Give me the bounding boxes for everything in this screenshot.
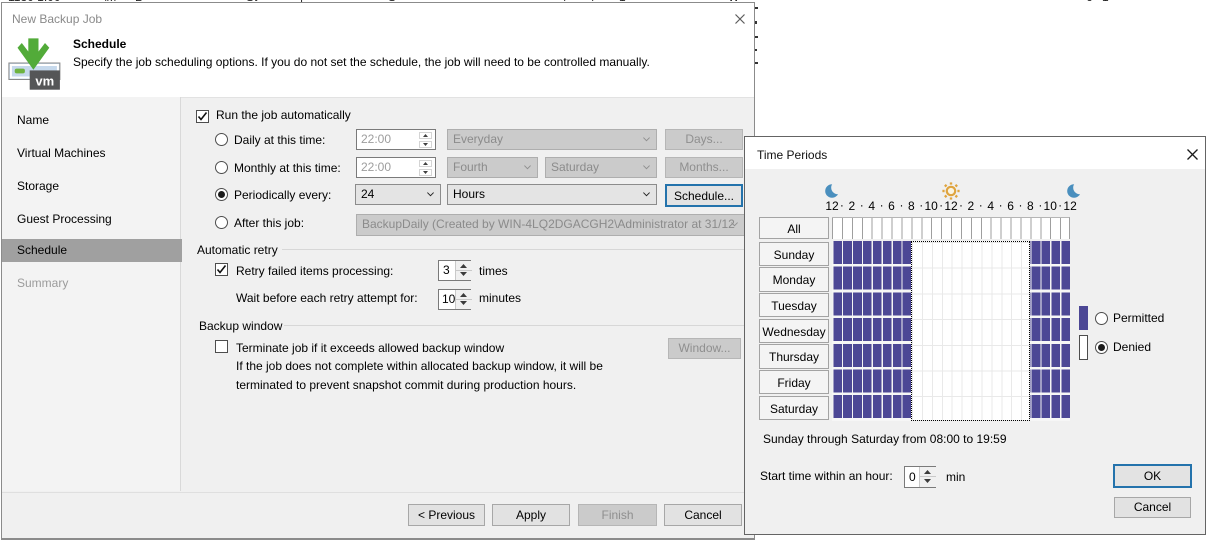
svg-text:vm: vm bbox=[35, 74, 54, 89]
